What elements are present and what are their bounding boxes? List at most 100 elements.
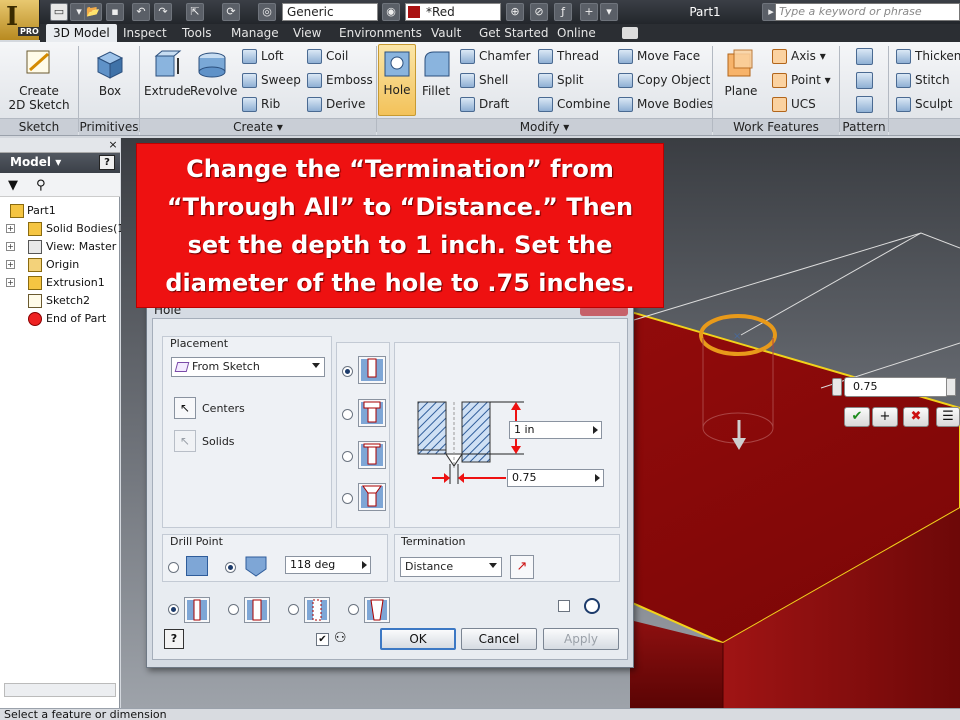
- depth-input[interactable]: 1 in: [509, 421, 602, 439]
- appearance-icon[interactable]: ◎: [258, 3, 276, 21]
- tree-item-origin[interactable]: + Origin: [0, 256, 120, 274]
- mirror-icon[interactable]: [856, 96, 874, 114]
- tree-item-extrusion1[interactable]: + Extrusion1: [0, 274, 120, 292]
- preview-checkbox[interactable]: ✔: [316, 633, 329, 646]
- tapped-hole-radio[interactable]: [288, 604, 299, 615]
- tab-online[interactable]: Online: [550, 24, 603, 42]
- create-panel-label[interactable]: Create ▾: [140, 118, 376, 135]
- tree-item-end-of-part[interactable]: End of Part: [0, 310, 120, 328]
- box-button[interactable]: Box: [88, 46, 132, 116]
- ok-button[interactable]: OK: [380, 628, 456, 650]
- chamfer-button[interactable]: Chamfer: [460, 49, 531, 64]
- simple-hole-radio[interactable]: [168, 604, 179, 615]
- placement-select[interactable]: From Sketch: [171, 357, 325, 377]
- ucs-button[interactable]: UCS: [772, 97, 816, 112]
- close-icon[interactable]: ×: [106, 138, 120, 153]
- material-select[interactable]: Generic: [282, 3, 378, 21]
- expand-icon[interactable]: +: [6, 260, 15, 269]
- tab-tools[interactable]: Tools: [175, 24, 219, 42]
- tab-view[interactable]: View: [286, 24, 328, 42]
- help-icon[interactable]: ?: [99, 155, 115, 170]
- coil-button[interactable]: Coil: [307, 49, 348, 64]
- clearance-hole-radio[interactable]: [228, 604, 239, 615]
- mini-ok-icon[interactable]: ✔: [844, 407, 870, 427]
- mini-toolbar-value-input[interactable]: 0.75: [844, 377, 948, 397]
- modify-panel-label[interactable]: Modify ▾: [377, 118, 712, 135]
- move-bodies-button[interactable]: Move Bodies: [618, 97, 713, 112]
- drill-angle-input[interactable]: 118 deg: [285, 556, 371, 574]
- tab-3d-model[interactable]: 3D Model: [46, 24, 117, 42]
- tree-item-sketch2[interactable]: Sketch2: [0, 292, 120, 310]
- angle-drill-point-radio[interactable]: [225, 562, 236, 573]
- stitch-button[interactable]: Stitch: [896, 73, 950, 88]
- customize-icon[interactable]: ▾: [600, 3, 618, 21]
- expand-icon[interactable]: +: [6, 224, 15, 233]
- apply-button[interactable]: Apply: [543, 628, 619, 650]
- create-2d-sketch-button[interactable]: Create 2D Sketch: [8, 46, 70, 116]
- copy-object-button[interactable]: Copy Object: [618, 73, 710, 88]
- new-icon[interactable]: ▭: [50, 3, 68, 21]
- rectangular-pattern-icon[interactable]: [856, 48, 874, 66]
- redo-icon[interactable]: ↷: [154, 3, 172, 21]
- tab-environments[interactable]: Environments: [332, 24, 429, 42]
- hole-button[interactable]: Hole: [378, 44, 416, 116]
- fillet-button[interactable]: Fillet: [418, 46, 454, 116]
- flip-direction-icon[interactable]: ↗: [510, 555, 534, 579]
- browser-title[interactable]: Model ▾: [10, 155, 61, 169]
- mini-apply-icon[interactable]: +: [872, 407, 898, 427]
- circular-pattern-icon[interactable]: [856, 72, 874, 90]
- undo-icon[interactable]: ↶: [132, 3, 150, 21]
- diameter-input[interactable]: 0.75: [507, 469, 604, 487]
- counterbore-radio[interactable]: [342, 409, 353, 420]
- taper-tapped-hole-radio[interactable]: [348, 604, 359, 615]
- tab-options-icon[interactable]: [622, 27, 638, 39]
- application-menu-button[interactable]: I PRO: [0, 0, 41, 40]
- expand-icon[interactable]: +: [6, 278, 15, 287]
- mini-toolbar-grip-icon[interactable]: [832, 378, 842, 396]
- find-icon[interactable]: ⚲: [36, 178, 46, 193]
- emboss-button[interactable]: Emboss: [307, 73, 373, 88]
- search-input[interactable]: Type a keyword or phrase: [775, 3, 960, 21]
- help-icon[interactable]: ?: [164, 629, 184, 649]
- shell-button[interactable]: Shell: [460, 73, 508, 88]
- split-button[interactable]: Split: [538, 73, 584, 88]
- mini-toolbar-dropdown-icon[interactable]: [946, 378, 956, 396]
- rib-button[interactable]: Rib: [242, 97, 280, 112]
- clear-icon[interactable]: ⊘: [530, 3, 548, 21]
- draft-button[interactable]: Draft: [460, 97, 509, 112]
- tree-item-solid-bodies[interactable]: + Solid Bodies(1): [0, 220, 129, 238]
- solids-select-button[interactable]: ↖: [174, 430, 196, 452]
- spotface-radio[interactable]: [342, 451, 353, 462]
- save-icon[interactable]: ▪: [106, 3, 124, 21]
- update-icon[interactable]: ⟳: [222, 3, 240, 21]
- ifeature-checkbox[interactable]: [558, 600, 570, 612]
- tab-inspect[interactable]: Inspect: [116, 24, 174, 42]
- countersink-radio[interactable]: [342, 493, 353, 504]
- thicken-button[interactable]: Thicken: [896, 49, 960, 64]
- loft-button[interactable]: Loft: [242, 49, 284, 64]
- tree-item-part1[interactable]: Part1: [0, 202, 120, 220]
- move-face-button[interactable]: Move Face: [618, 49, 700, 64]
- drilled-radio[interactable]: [342, 366, 353, 377]
- termination-select[interactable]: Distance: [400, 557, 502, 577]
- color-wheel-icon[interactable]: ◉: [382, 3, 400, 21]
- tree-item-view-master[interactable]: + View: Master: [0, 238, 120, 256]
- cancel-button[interactable]: Cancel: [461, 628, 537, 650]
- tab-get-started[interactable]: Get Started: [472, 24, 556, 42]
- thread-button[interactable]: Thread: [538, 49, 599, 64]
- centers-select-button[interactable]: ↖: [174, 397, 196, 419]
- mini-options-icon[interactable]: ☰: [936, 407, 960, 427]
- ifeature-icon[interactable]: [584, 598, 600, 614]
- tab-manage[interactable]: Manage: [224, 24, 286, 42]
- browser-horizontal-scrollbar[interactable]: [4, 683, 116, 697]
- tab-vault[interactable]: Vault: [424, 24, 468, 42]
- sweep-button[interactable]: Sweep: [242, 73, 301, 88]
- combine-button[interactable]: Combine: [538, 97, 610, 112]
- fx-icon[interactable]: ƒ: [554, 3, 572, 21]
- adjust-icon[interactable]: ⊕: [506, 3, 524, 21]
- open-icon[interactable]: 📂: [84, 3, 102, 21]
- axis-button[interactable]: Axis ▾: [772, 49, 826, 64]
- point-button[interactable]: Point ▾: [772, 73, 831, 88]
- plane-button[interactable]: Plane: [720, 46, 762, 116]
- plus-icon[interactable]: +: [580, 3, 598, 21]
